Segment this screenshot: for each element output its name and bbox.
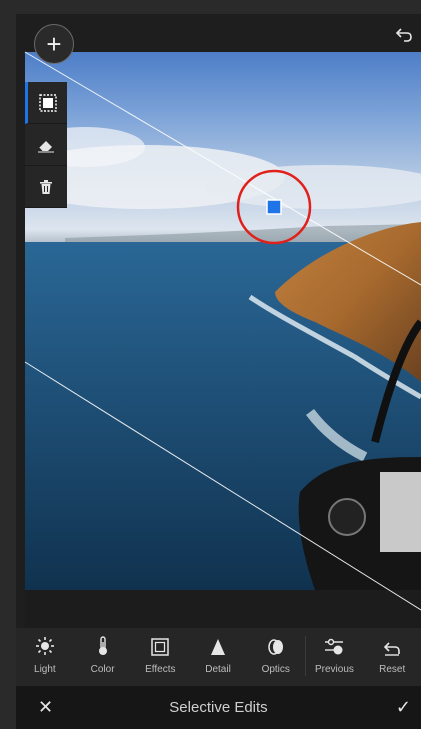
triangle-icon [211, 639, 226, 655]
photo-scene [25, 127, 421, 590]
tool-label: Light [34, 664, 56, 675]
check-icon: ✓ [395, 697, 411, 717]
add-mask-button[interactable]: + [34, 24, 74, 64]
page-title: Selective Edits [169, 699, 268, 716]
undo-icon [395, 28, 412, 42]
trash-icon [40, 179, 52, 194]
top-bar [16, 14, 421, 52]
tool-label: Effects [145, 664, 176, 675]
tool-previous[interactable]: Previous [306, 628, 364, 686]
tool-label: Detail [205, 664, 231, 675]
confirm-button[interactable]: ✓ [396, 686, 411, 729]
tool-detail[interactable]: Detail [189, 628, 247, 686]
eraser-tool[interactable] [25, 124, 67, 166]
thermometer-icon [98, 636, 107, 655]
canvas-footer-area [25, 590, 421, 628]
tool-color[interactable]: Color [74, 628, 132, 686]
sun-icon [35, 637, 54, 655]
bottom-bar: ✕ Selective Edits ✓ [16, 686, 421, 729]
undo-button[interactable] [393, 24, 415, 46]
tool-label: Color [90, 664, 115, 675]
delete-mask-tool[interactable] [25, 166, 67, 208]
tool-reset[interactable]: Reset [363, 628, 421, 686]
plus-icon: + [46, 29, 62, 59]
tool-effects[interactable]: Effects [131, 628, 189, 686]
effects-frame-icon [151, 638, 170, 656]
photo-canvas[interactable] [25, 52, 421, 590]
tool-label: Reset [379, 664, 406, 675]
linear-gradient-mask-tool[interactable] [25, 82, 67, 124]
lens-icon [267, 639, 283, 655]
tool-label: Previous [315, 664, 354, 675]
edit-toolbar: Light Color Effects Detail Optics Previo… [16, 628, 421, 686]
tool-optics[interactable]: Optics [247, 628, 305, 686]
linear-gradient-mask-icon [38, 93, 57, 112]
eraser-icon [38, 140, 54, 152]
reset-arrow-icon [384, 642, 400, 656]
mask-side-toolbar [25, 82, 67, 208]
tool-label: Optics [261, 664, 290, 675]
tool-light[interactable]: Light [16, 628, 74, 686]
previous-sliders-icon [325, 638, 344, 655]
